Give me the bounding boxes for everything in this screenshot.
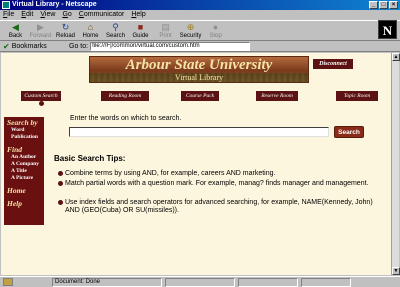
stop-icon: ● <box>212 22 219 32</box>
scroll-down-icon[interactable]: ▼ <box>392 267 400 275</box>
url-input[interactable]: file:///F|/common/virtual.com/custom.htm <box>90 41 251 51</box>
tab-topic-room[interactable]: Topic Room <box>336 91 378 101</box>
bullet-icon <box>58 200 63 205</box>
find-heading: Find <box>7 145 23 154</box>
print-button[interactable]: ▤ Print <box>153 21 178 41</box>
maximize-button[interactable]: □ <box>379 1 388 9</box>
forward-arrow-icon: ▶ <box>37 22 44 32</box>
search-input[interactable] <box>69 127 329 137</box>
menu-bar: File Edit View Go Communicator Help <box>0 10 400 19</box>
active-tab-marker <box>39 101 44 106</box>
security-status-icon[interactable] <box>3 278 13 286</box>
vertical-scrollbar[interactable]: ▲ ▼ <box>391 53 400 275</box>
left-navigation: Search by Word Publication Find An Autho… <box>4 117 44 225</box>
home-button[interactable]: ⌂ Home <box>78 21 103 41</box>
page-content: Arbour State University Virtual Library … <box>1 53 391 275</box>
tips-heading: Basic Search Tips: <box>54 154 126 163</box>
status-bar: Document: Done <box>0 276 400 287</box>
tip-item: Match partial words with a question mark… <box>58 180 375 188</box>
window-titlebar[interactable]: Virtual Library - Netscape _ □ × <box>0 0 400 10</box>
component-bar[interactable] <box>301 277 351 287</box>
stop-button[interactable]: ● Stop <box>203 21 228 41</box>
library-subtitle: Virtual Library <box>174 73 224 82</box>
bookmark-icon: ✔ <box>3 41 10 51</box>
search-by-publication-link[interactable]: Publication <box>7 134 41 141</box>
university-banner: Arbour State University Virtual Library <box>89 56 309 83</box>
guide-icon: ■ <box>137 22 144 32</box>
bookmarks-button[interactable]: ✔ Bookmarks <box>3 42 65 51</box>
status-text: Document: Done <box>52 277 162 287</box>
search-by-heading: Search by <box>7 118 38 127</box>
menu-go[interactable]: Go <box>62 10 71 19</box>
search-prompt: Enter the words on which to search. <box>70 115 182 122</box>
print-icon: ▤ <box>161 22 170 32</box>
menu-edit[interactable]: Edit <box>21 10 33 19</box>
home-icon: ⌂ <box>87 22 94 32</box>
window-title: Virtual Library - Netscape <box>12 1 97 8</box>
bullet-icon <box>58 181 63 186</box>
reload-button[interactable]: ↻ Reload <box>53 21 78 41</box>
tip-item: Combine terms by using AND, for example,… <box>58 170 375 178</box>
search-button[interactable]: ⚲ Search <box>103 21 128 41</box>
back-button[interactable]: ◀ Back <box>3 21 28 41</box>
find-picture-link[interactable]: A Picture <box>7 175 41 182</box>
search-icon: ⚲ <box>112 22 119 32</box>
minimize-button[interactable]: _ <box>369 1 378 9</box>
menu-help[interactable]: Help <box>131 10 145 19</box>
netscape-logo-icon[interactable]: N <box>378 20 397 39</box>
menu-view[interactable]: View <box>40 10 55 19</box>
search-submit-button[interactable]: Search <box>334 126 364 138</box>
section-tabs: Custom Search Reading Room Course Pack R… <box>1 91 391 101</box>
tab-custom-search[interactable]: Custom Search <box>21 91 61 101</box>
guide-button[interactable]: ■ Guide <box>128 21 153 41</box>
security-button[interactable]: ⊕ Security <box>178 21 203 41</box>
status-box <box>238 277 298 287</box>
find-author-link[interactable]: An Author <box>7 154 41 161</box>
close-button[interactable]: × <box>389 1 398 9</box>
help-link[interactable]: Help <box>7 200 41 208</box>
back-arrow-icon: ◀ <box>12 22 19 32</box>
find-company-link[interactable]: A Company <box>7 161 41 168</box>
progress-box <box>165 277 235 287</box>
find-title-link[interactable]: A Title <box>7 168 41 175</box>
menu-communicator[interactable]: Communicator <box>79 10 125 19</box>
reload-icon: ↻ <box>61 22 70 32</box>
tab-course-pack[interactable]: Course Pack <box>181 91 219 101</box>
location-bar: ✔ Bookmarks Go to: file:///F|/common/vir… <box>0 41 400 52</box>
tab-reading-room[interactable]: Reading Room <box>101 91 149 101</box>
tip-item: Use index fields and search operators fo… <box>58 199 375 215</box>
tab-reserve-room[interactable]: Reserve Room <box>256 91 298 101</box>
home-link[interactable]: Home <box>7 187 41 195</box>
forward-button[interactable]: ▶ Forward <box>28 21 53 41</box>
disconnect-button[interactable]: Disconnect <box>313 59 353 69</box>
search-by-word-link[interactable]: Word <box>7 127 41 134</box>
netscape-app-icon <box>2 1 10 9</box>
menu-file[interactable]: File <box>3 10 14 19</box>
lock-icon: ⊕ <box>186 22 195 32</box>
university-name: Arbour State University <box>125 57 273 73</box>
bullet-icon <box>58 171 63 176</box>
navigation-toolbar: ◀ Back ▶ Forward ↻ Reload ⌂ Home ⚲ Search ■ Gu… <box>0 20 400 41</box>
goto-label: Go to: <box>69 42 89 50</box>
scroll-up-icon[interactable]: ▲ <box>392 53 400 61</box>
